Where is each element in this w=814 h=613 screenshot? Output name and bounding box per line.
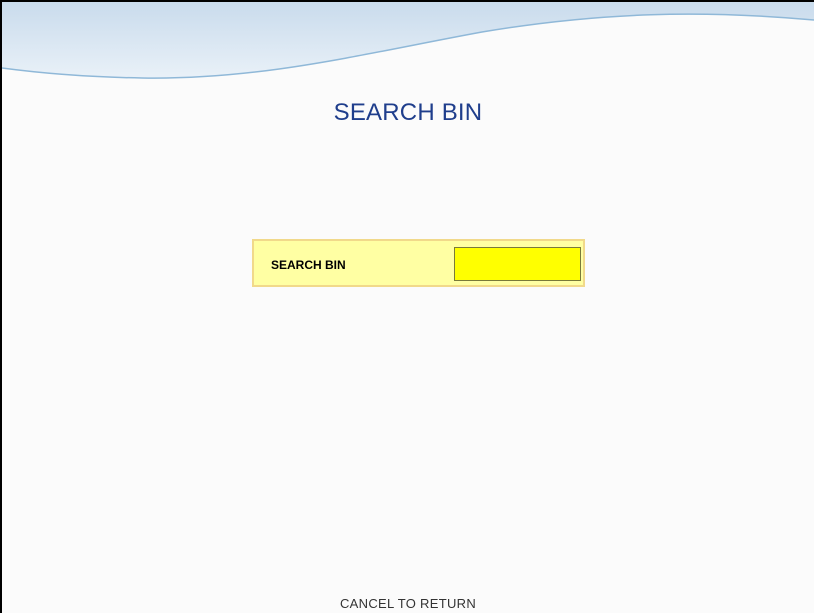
search-bin-panel: SEARCH BIN bbox=[252, 239, 585, 287]
cancel-to-return-text: CANCEL TO RETURN bbox=[339, 596, 477, 611]
page-title: SEARCH BIN bbox=[333, 99, 483, 126]
search-bin-input[interactable] bbox=[454, 247, 581, 281]
search-bin-label: SEARCH BIN bbox=[271, 258, 346, 272]
atm-screen: SEARCH BIN SEARCH BIN CANCEL TO RETURN bbox=[0, 0, 814, 613]
header-wave-banner bbox=[2, 2, 814, 79]
